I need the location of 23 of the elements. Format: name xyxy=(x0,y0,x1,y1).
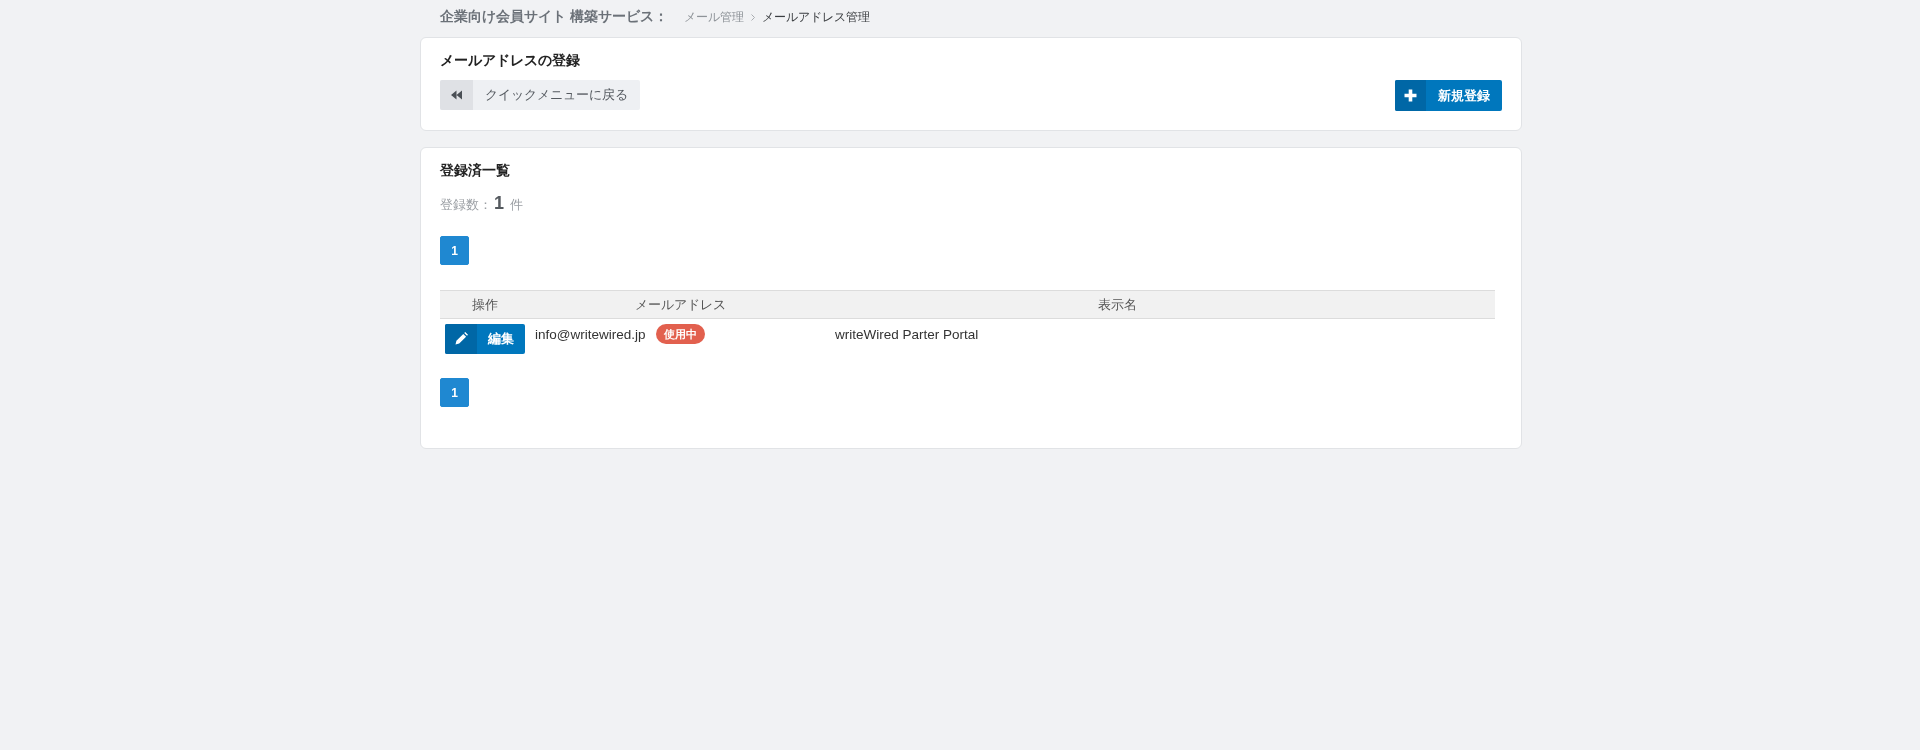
pencil-icon xyxy=(445,324,477,354)
breadcrumb-current: メールアドレス管理 xyxy=(761,8,870,26)
column-header: メールアドレス xyxy=(633,295,727,314)
plus-icon xyxy=(1395,80,1426,111)
page-button[interactable]: 1 xyxy=(440,378,469,407)
display-name-text: writeWired Parter Portal xyxy=(835,326,979,342)
page-button[interactable]: 1 xyxy=(440,236,469,265)
status-badge: 使用中 xyxy=(655,324,705,344)
site-title: 企業向け会員サイト 構築サービス： xyxy=(440,8,668,26)
new-button[interactable]: 新規登録 xyxy=(1395,80,1502,111)
panel-title: 登録済一覧 xyxy=(440,161,511,180)
breadcrumb-link[interactable]: メール管理 xyxy=(683,8,744,26)
count-value: 1 xyxy=(494,193,504,213)
column-header: 操作 xyxy=(471,295,499,314)
chevron-icon xyxy=(750,13,755,21)
edit-button[interactable]: 編集 xyxy=(445,324,525,354)
email-text: info@writewired.jp xyxy=(535,326,646,342)
count-unit: 件 xyxy=(510,196,523,214)
column-header: 表示名 xyxy=(1096,295,1138,314)
panel-title: メールアドレスの登録 xyxy=(440,51,581,70)
count-label: 登録数： xyxy=(440,196,492,214)
back-button[interactable]: クイックメニューに戻る xyxy=(440,80,640,110)
rewind-icon xyxy=(440,80,473,110)
